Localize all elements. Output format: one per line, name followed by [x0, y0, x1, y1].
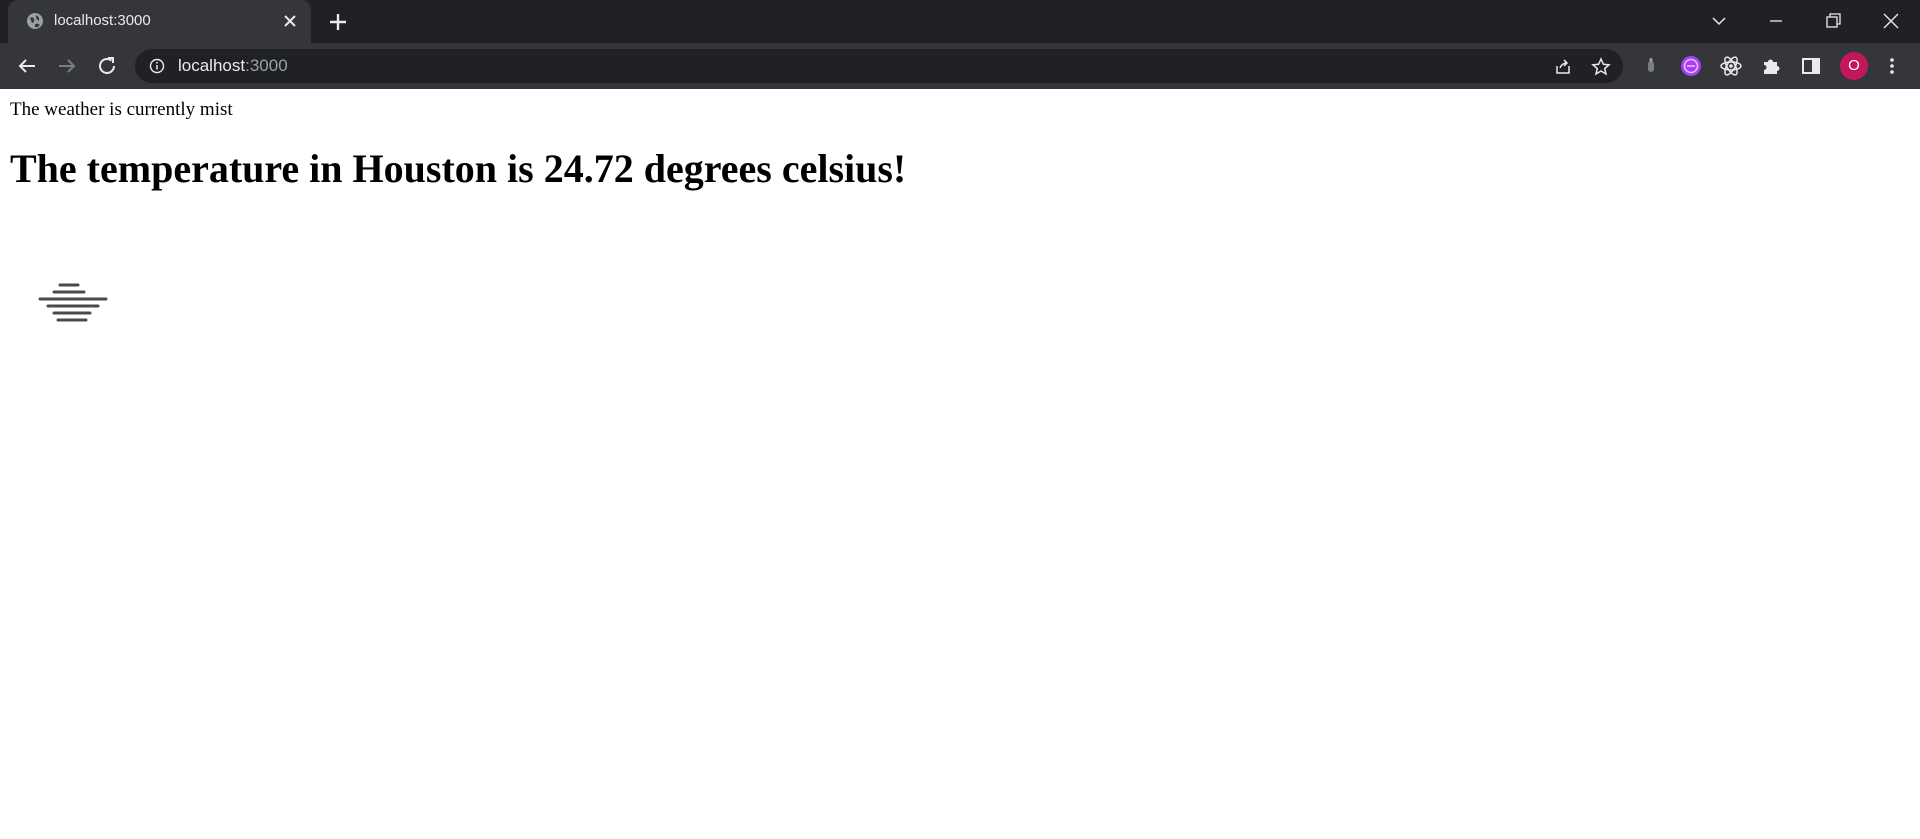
mist-icon — [38, 283, 108, 322]
close-window-icon[interactable] — [1876, 6, 1906, 36]
address-bar[interactable]: localhost:3000 — [135, 49, 1623, 83]
url-port: :3000 — [245, 56, 288, 75]
tab-close-icon[interactable] — [280, 11, 300, 31]
restore-icon[interactable] — [1818, 6, 1848, 36]
profile-avatar[interactable]: O — [1840, 52, 1868, 80]
puzzle-icon[interactable] — [1759, 54, 1783, 78]
minimize-icon[interactable] — [1761, 6, 1791, 36]
share-icon[interactable] — [1553, 57, 1573, 77]
side-panel-icon[interactable] — [1799, 54, 1823, 78]
tab-title: localhost:3000 — [54, 12, 151, 29]
info-icon[interactable] — [149, 58, 165, 74]
browser-toolbar: localhost:3000 O — [0, 43, 1920, 89]
kebab-menu-icon[interactable] — [1880, 54, 1904, 78]
page-content: The weather is currently mist The temper… — [0, 89, 1920, 322]
chevron-down-icon[interactable] — [1704, 6, 1734, 36]
plus-icon[interactable] — [326, 10, 350, 34]
star-icon[interactable] — [1591, 57, 1611, 77]
globe-icon — [27, 13, 43, 29]
browser-chrome: localhost:3000 localhost:3000 O — [0, 0, 1920, 89]
browser-tab[interactable]: localhost:3000 — [8, 0, 311, 43]
extension-icon[interactable] — [1639, 54, 1663, 78]
extension-icon[interactable] — [1679, 54, 1703, 78]
url-host: localhost — [178, 56, 246, 75]
tab-strip: localhost:3000 — [0, 0, 1920, 43]
weather-description: The weather is currently mist — [10, 99, 233, 120]
react-icon[interactable] — [1719, 54, 1743, 78]
forward-arrow-icon[interactable] — [55, 54, 79, 78]
temperature-heading: The temperature in Houston is 24.72 degr… — [10, 146, 907, 191]
back-arrow-icon[interactable] — [15, 54, 39, 78]
url-text: localhost:3000 — [178, 56, 288, 76]
reload-icon[interactable] — [95, 54, 119, 78]
